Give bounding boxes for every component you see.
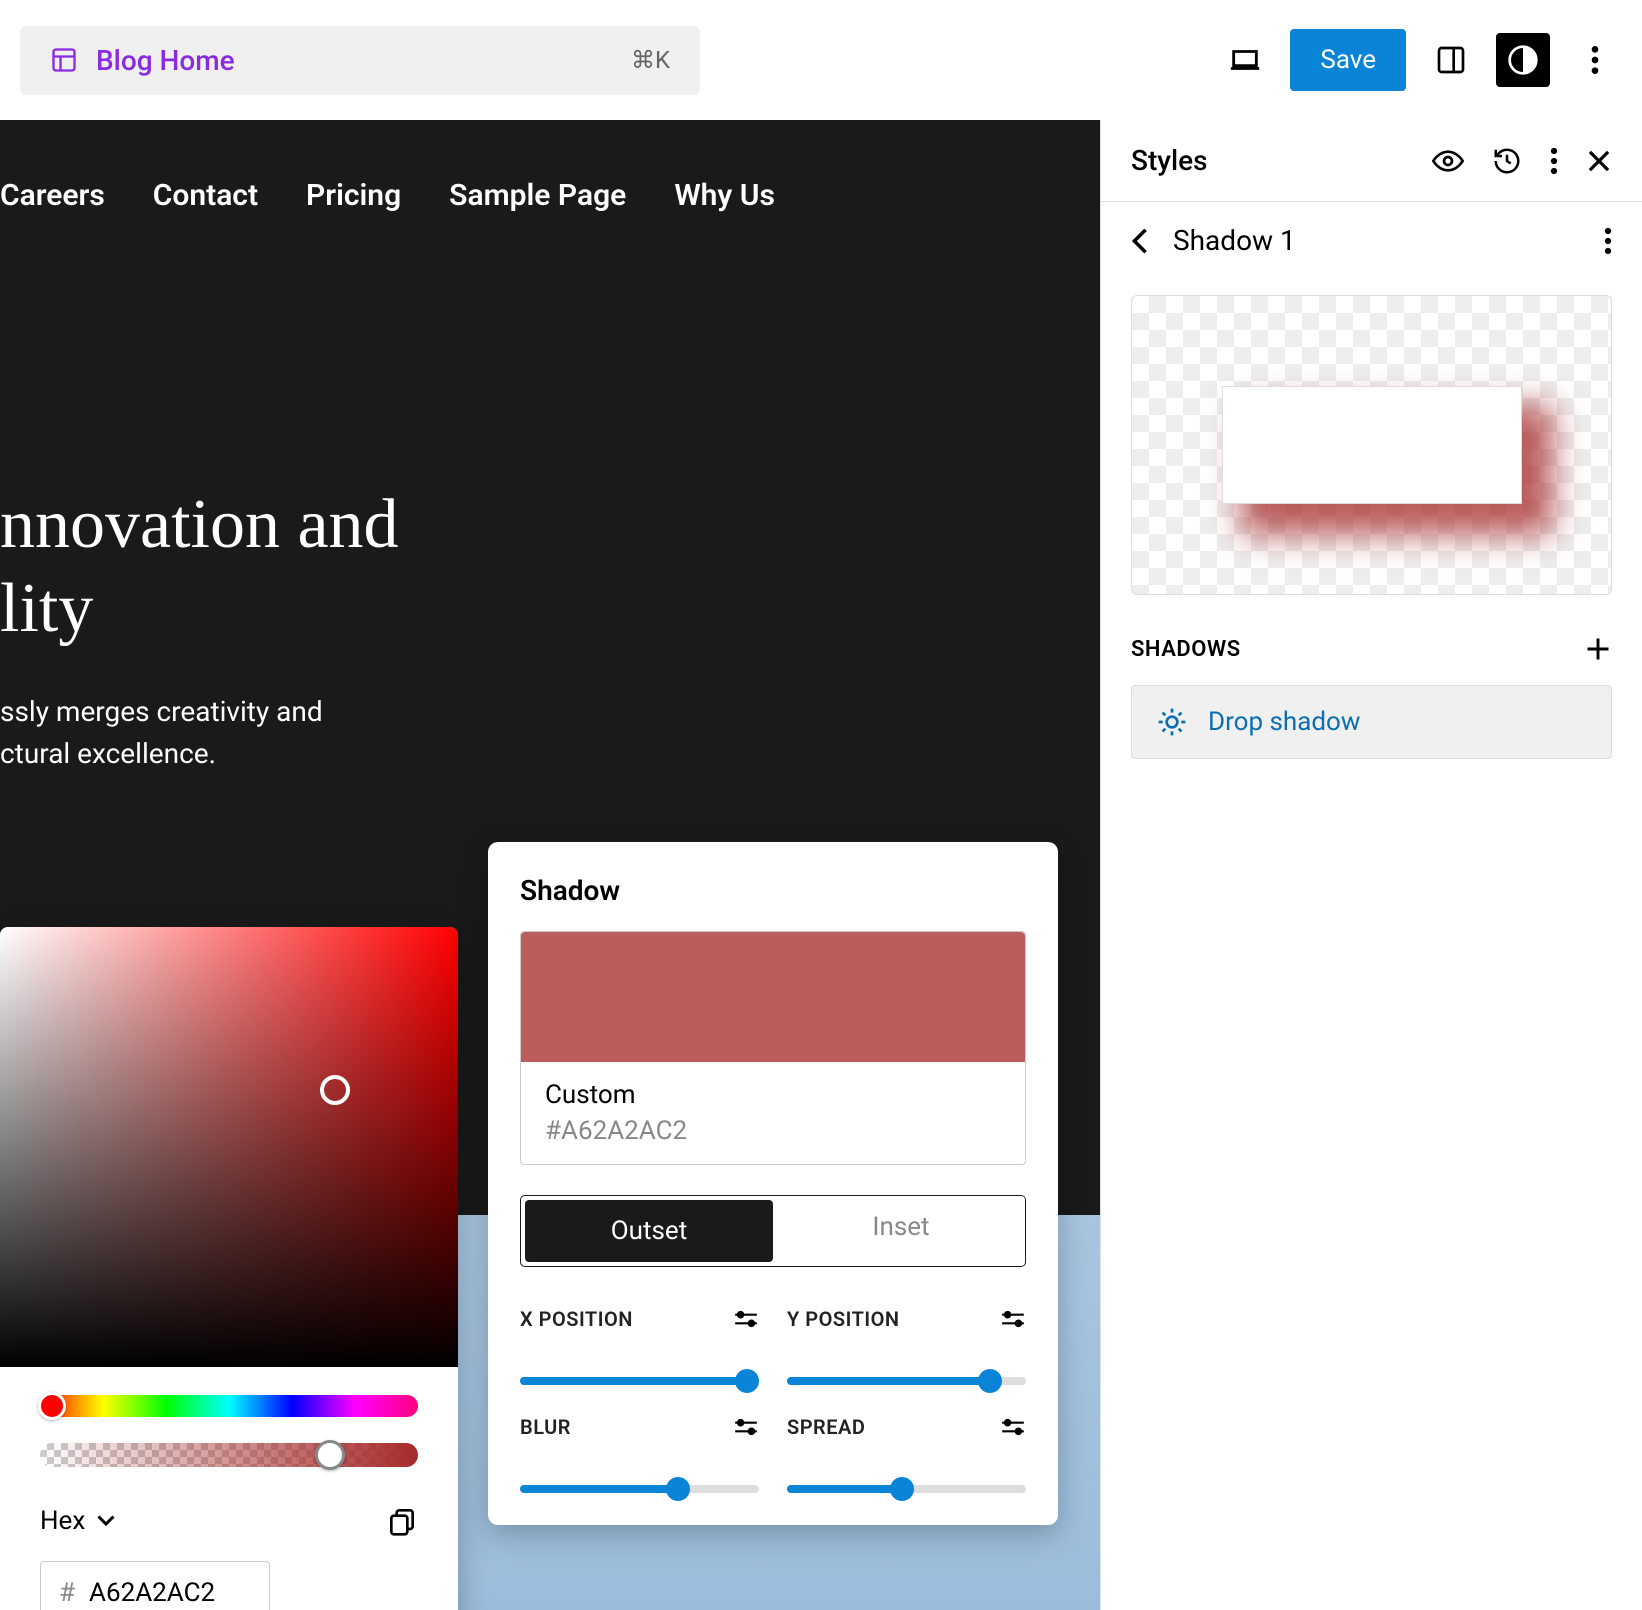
inset-toggle[interactable]: Inset: [777, 1196, 1025, 1266]
device-preview-icon[interactable]: [1218, 33, 1272, 87]
alpha-handle[interactable]: [315, 1440, 345, 1470]
chevron-down-icon: [97, 1515, 115, 1527]
sidebar-title: Styles: [1131, 144, 1208, 177]
shadow-item-label: Drop shadow: [1208, 707, 1360, 737]
nav-item[interactable]: Why Us: [674, 178, 775, 213]
shadow-color-name: Custom: [545, 1080, 1001, 1110]
revisions-icon[interactable]: [1492, 146, 1522, 176]
color-picker-popover: Hex # A62A2AC2: [0, 927, 458, 1610]
shadow-popover: Shadow Custom #A62A2AC2 Outset Inset X P…: [488, 842, 1058, 1525]
x-slider[interactable]: [520, 1377, 759, 1385]
shadow-preview-box: [1222, 386, 1522, 504]
shadow-color-hex: #A62A2AC2: [545, 1116, 1001, 1146]
shadows-heading: SHADOWS: [1131, 637, 1241, 662]
spread-control: SPREAD: [787, 1415, 1026, 1493]
more-icon[interactable]: [1604, 226, 1612, 256]
nav-item[interactable]: Pricing: [306, 178, 401, 213]
blur-slider[interactable]: [520, 1485, 759, 1493]
styles-sidebar: Styles Shadow 1 SHADOWS Drop shadow: [1100, 120, 1642, 1610]
hero-title[interactable]: nnovation andlity: [0, 483, 1100, 651]
settings-icon[interactable]: [733, 1416, 759, 1438]
settings-icon[interactable]: [1000, 1308, 1026, 1330]
nav-item[interactable]: Contact: [153, 178, 258, 213]
hex-input[interactable]: # A62A2AC2: [40, 1561, 270, 1610]
top-toolbar: Blog Home ⌘K Save: [0, 0, 1642, 120]
styles-toggle-icon[interactable]: [1496, 33, 1550, 87]
shadow-popover-title: Shadow: [520, 874, 1026, 907]
site-nav: Careers Contact Pricing Sample Page Why …: [0, 120, 1100, 213]
settings-icon[interactable]: [1000, 1416, 1026, 1438]
slider-thumb[interactable]: [666, 1477, 690, 1501]
slider-thumb[interactable]: [890, 1477, 914, 1501]
document-title: Blog Home: [96, 44, 235, 77]
eye-icon[interactable]: [1432, 149, 1464, 173]
more-menu-icon[interactable]: [1568, 33, 1622, 87]
y-slider[interactable]: [787, 1377, 1026, 1385]
hero-subtitle[interactable]: ssly merges creativity andctural excelle…: [0, 691, 1100, 775]
hash-prefix: #: [59, 1578, 75, 1608]
save-button[interactable]: Save: [1290, 29, 1406, 91]
outset-toggle[interactable]: Outset: [525, 1200, 773, 1262]
spread-slider[interactable]: [787, 1485, 1026, 1493]
sidebar-toggle-icon[interactable]: [1424, 33, 1478, 87]
template-icon: [50, 46, 78, 74]
shortcut-hint: ⌘K: [631, 46, 670, 74]
editor-canvas[interactable]: Careers Contact Pricing Sample Page Why …: [0, 120, 1100, 1610]
more-icon[interactable]: [1550, 146, 1558, 176]
back-icon[interactable]: [1131, 227, 1149, 255]
document-pill[interactable]: Blog Home ⌘K: [20, 26, 700, 95]
slider-thumb[interactable]: [735, 1369, 759, 1393]
close-icon[interactable]: [1586, 148, 1612, 174]
shadow-type-toggle: Outset Inset: [520, 1195, 1026, 1267]
breadcrumb-label: Shadow 1: [1173, 224, 1296, 257]
slider-thumb[interactable]: [978, 1369, 1002, 1393]
x-position-control: X POSITION: [520, 1307, 759, 1385]
saturation-handle[interactable]: [320, 1075, 350, 1105]
shadow-list-item[interactable]: Drop shadow: [1131, 685, 1612, 759]
shadow-color-swatch[interactable]: [521, 932, 1025, 1062]
settings-icon[interactable]: [733, 1308, 759, 1330]
saturation-area[interactable]: [0, 927, 458, 1367]
hue-slider[interactable]: [40, 1395, 418, 1417]
alpha-slider[interactable]: [40, 1443, 418, 1467]
y-position-control: Y POSITION: [787, 1307, 1026, 1385]
copy-icon[interactable]: [386, 1505, 418, 1537]
add-shadow-icon[interactable]: [1584, 635, 1612, 663]
sun-icon: [1156, 706, 1188, 738]
format-select[interactable]: Hex: [40, 1506, 115, 1536]
nav-item[interactable]: Sample Page: [449, 178, 626, 213]
shadow-preview: [1131, 295, 1612, 595]
nav-item[interactable]: Careers: [0, 178, 105, 213]
hue-handle[interactable]: [38, 1392, 66, 1420]
blur-control: BLUR: [520, 1415, 759, 1493]
